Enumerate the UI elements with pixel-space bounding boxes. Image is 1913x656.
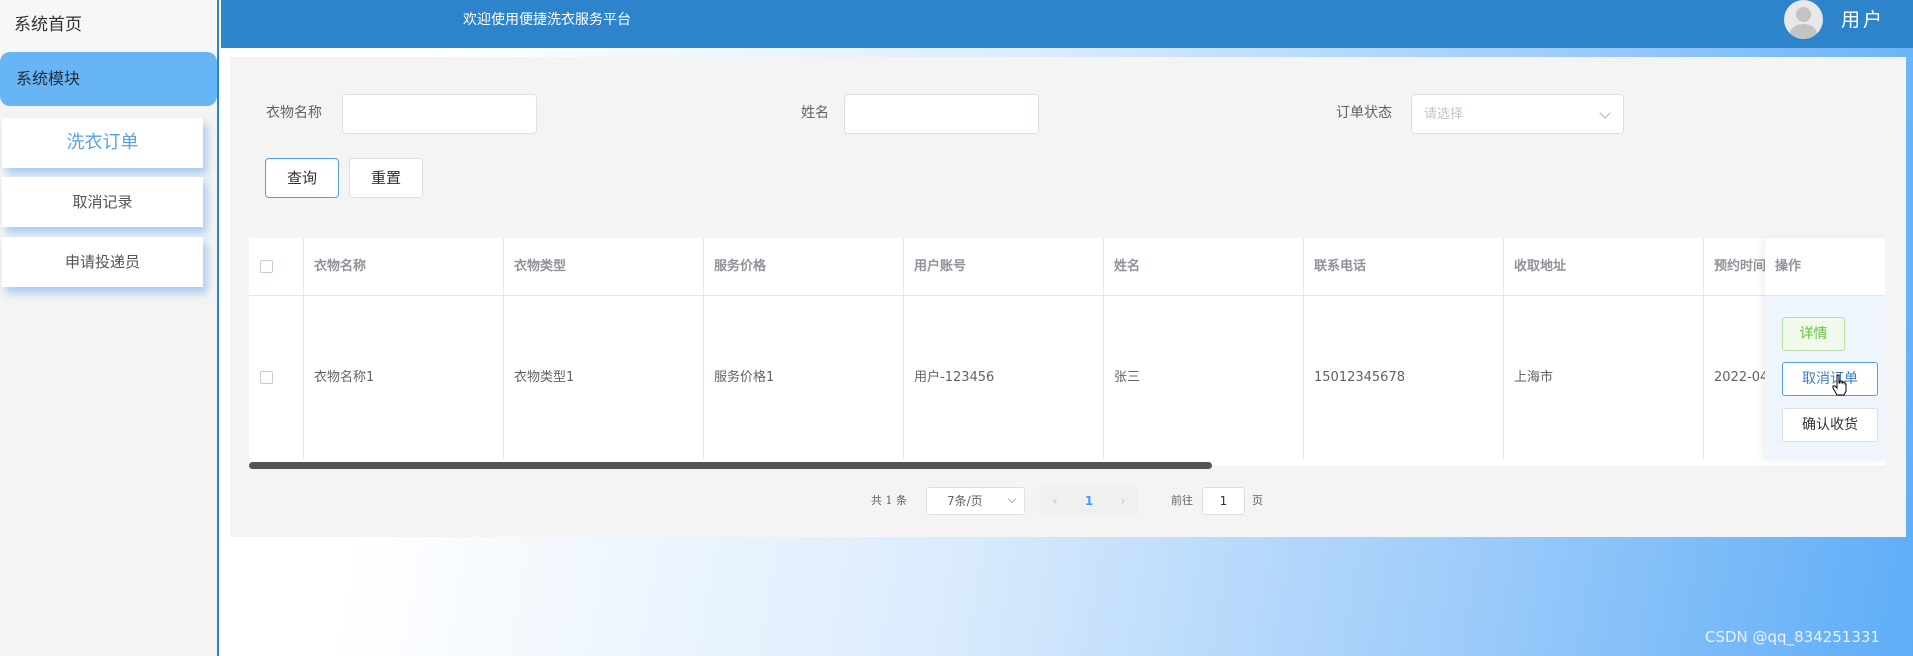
order-status-label: 订单状态 — [1336, 105, 1392, 121]
avatar-head-icon — [1796, 7, 1811, 22]
top-bar: 欢迎使用便捷洗衣服务平台 用户 — [221, 0, 1913, 48]
confirm-receipt-button[interactable]: 确认收货 — [1782, 408, 1878, 442]
sidebar-module[interactable]: 系统模块 — [0, 52, 217, 106]
goto-page-input[interactable]: 1 — [1202, 487, 1245, 515]
sidebar: 系统首页 系统模块 洗衣订单 取消记录 申请投递员 — [0, 0, 219, 656]
sidebar-item-apply-courier[interactable]: 申请投递员 — [2, 237, 203, 287]
pagination-total: 共 1 条 — [871, 494, 907, 507]
page-size-value: 7条/页 — [947, 494, 983, 508]
goto-label: 前往 — [1171, 494, 1193, 507]
user-name[interactable]: 用户 — [1841, 0, 1885, 40]
orders-table: 衣物名称 衣物类型 服务价格 用户账号 姓名 联系电话 收取地址 预约时间 衣物… — [249, 238, 1885, 466]
pagination-nav: ‹ 1 › — [1039, 487, 1139, 515]
header-select-all-cell — [249, 238, 304, 296]
sidebar-item-laundry-orders[interactable]: 洗衣订单 — [2, 118, 203, 168]
page-size-select[interactable]: 7条/页 — [926, 487, 1025, 515]
page-unit-label: 页 — [1252, 494, 1263, 507]
cell-phone: 15012345678 — [1304, 296, 1504, 459]
column-header-actions: 操作 — [1765, 238, 1885, 296]
hand-cursor-icon — [1832, 374, 1847, 396]
cell-account: 用户-123456 — [904, 296, 1104, 459]
chevron-down-icon — [1007, 494, 1017, 504]
column-header[interactable]: 衣物名称 — [304, 238, 504, 296]
column-header[interactable]: 服务价格 — [704, 238, 904, 296]
column-header[interactable]: 姓名 — [1104, 238, 1304, 296]
row-select-cell — [249, 296, 304, 459]
cell-address: 上海市 — [1504, 296, 1704, 459]
cell-name: 张三 — [1104, 296, 1304, 459]
detail-button[interactable]: 详情 — [1782, 317, 1845, 351]
actions-column: 操作 详情 取消订单 确认收货 — [1765, 238, 1885, 460]
row-checkbox[interactable] — [260, 371, 273, 384]
horizontal-scrollbar[interactable] — [249, 462, 1212, 469]
name-input[interactable] — [844, 94, 1039, 134]
column-header[interactable]: 用户账号 — [904, 238, 1104, 296]
page-title: 欢迎使用便捷洗衣服务平台 — [463, 12, 631, 28]
order-status-select[interactable] — [1411, 94, 1624, 134]
cell-price: 服务价格1 — [704, 296, 904, 459]
cell-clothes-name: 衣物名称1 — [304, 296, 504, 459]
cancel-order-button[interactable]: 取消订单 — [1782, 362, 1878, 396]
column-header[interactable]: 收取地址 — [1504, 238, 1704, 296]
sidebar-item-cancel-records[interactable]: 取消记录 — [2, 177, 203, 227]
prev-page-button[interactable]: ‹ — [1043, 487, 1067, 515]
next-page-button[interactable]: › — [1111, 487, 1135, 515]
query-button[interactable]: 查询 — [265, 158, 339, 198]
sidebar-home[interactable]: 系统首页 — [0, 0, 217, 50]
cell-clothes-type: 衣物类型1 — [504, 296, 704, 459]
page-number-current[interactable]: 1 — [1077, 487, 1101, 515]
column-header[interactable]: 联系电话 — [1304, 238, 1504, 296]
column-header[interactable]: 衣物类型 — [504, 238, 704, 296]
reset-button[interactable]: 重置 — [349, 158, 423, 198]
clothes-name-label: 衣物名称 — [266, 105, 322, 121]
avatar[interactable] — [1784, 0, 1823, 39]
name-label: 姓名 — [801, 105, 829, 121]
avatar-body-icon — [1790, 24, 1817, 39]
clothes-name-input[interactable] — [342, 94, 537, 134]
watermark: CSDN @qq_834251331 — [1705, 628, 1880, 646]
select-all-checkbox[interactable] — [260, 260, 273, 273]
